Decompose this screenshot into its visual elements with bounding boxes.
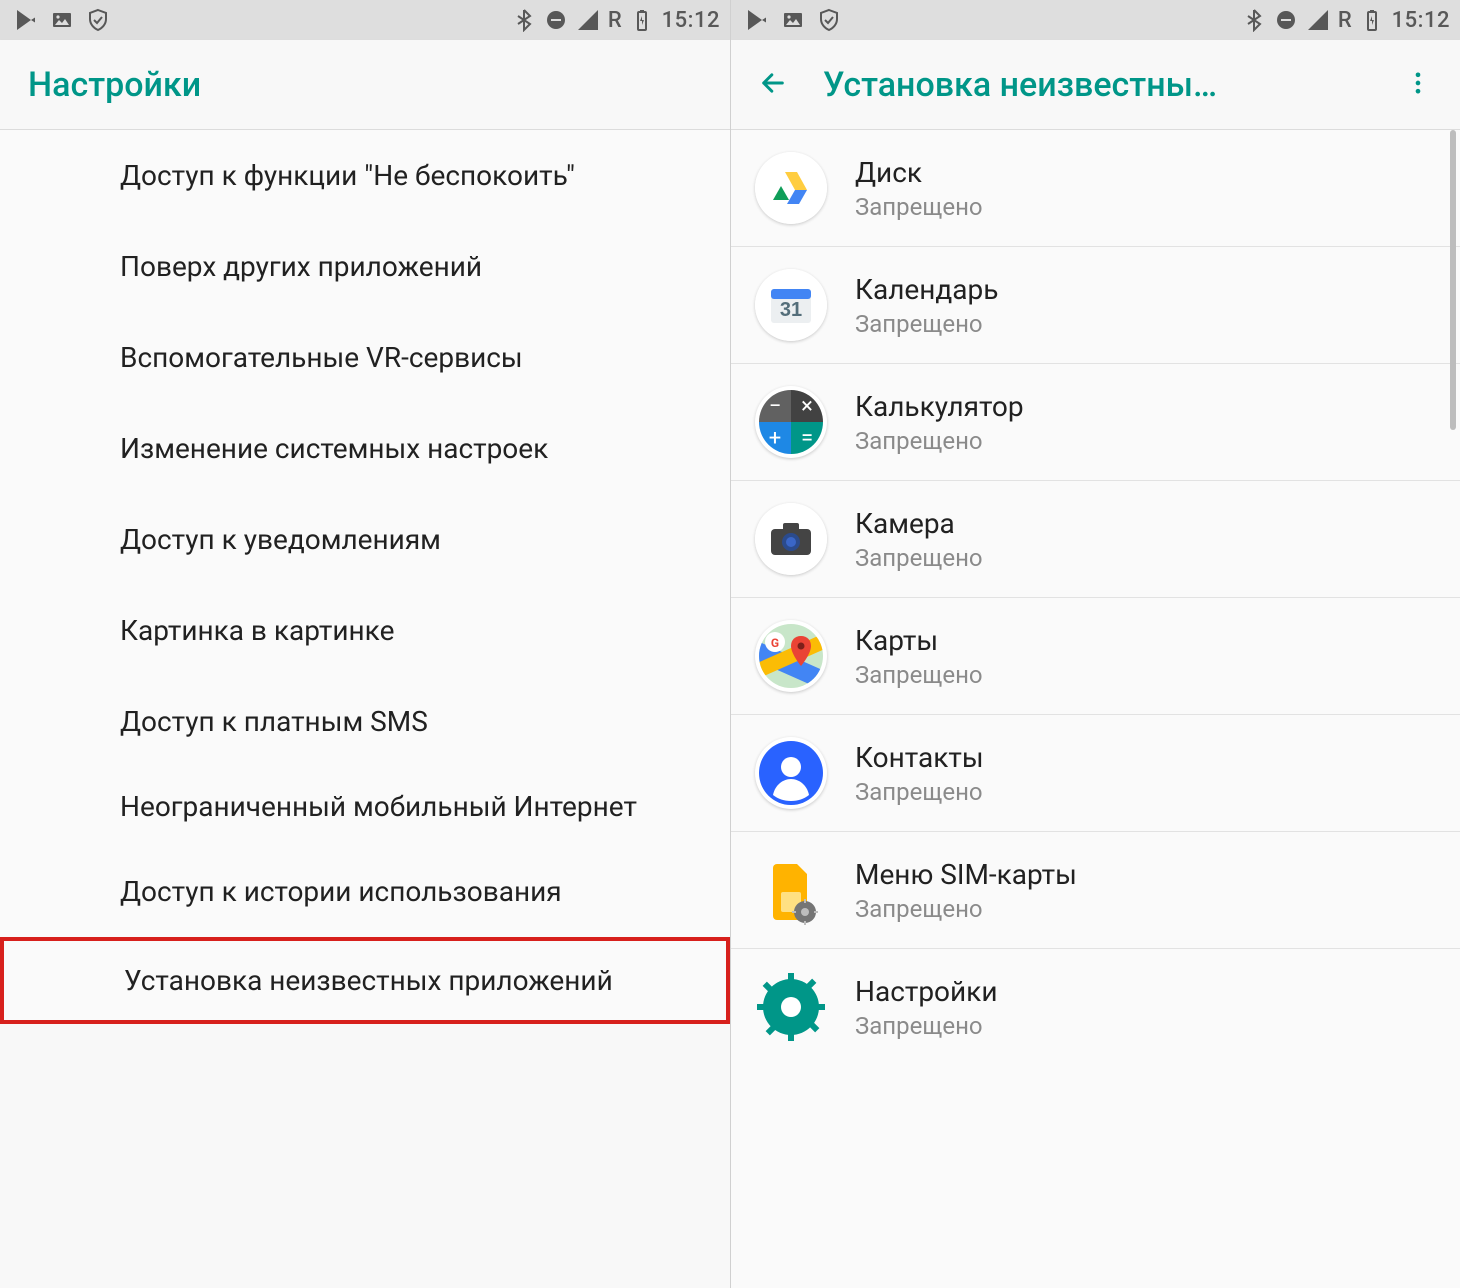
svg-text:=: = xyxy=(801,426,813,451)
status-bar: R 15:12 xyxy=(731,0,1460,40)
screen-settings: R 15:12 Настройки Доступ к функции "Не б… xyxy=(0,0,730,1288)
app-row-settings[interactable]: Настройки Запрещено xyxy=(731,949,1460,1065)
camera-icon xyxy=(755,503,827,575)
shield-check-icon xyxy=(817,8,841,32)
shield-check-icon xyxy=(86,8,110,32)
app-status-label: Запрещено xyxy=(855,193,983,221)
gallery-icon xyxy=(50,8,74,32)
clock-label: 15:12 xyxy=(662,8,720,33)
app-name-label: Калькулятор xyxy=(855,390,1024,423)
app-status-label: Запрещено xyxy=(855,661,983,689)
overflow-menu-button[interactable] xyxy=(1404,69,1432,101)
settings-item-notification-access[interactable]: Доступ к уведомлениям xyxy=(0,494,730,585)
status-bar: R 15:12 xyxy=(0,0,730,40)
do-not-disturb-icon xyxy=(544,8,568,32)
page-title: Настройки xyxy=(28,65,201,105)
app-name-label: Настройки xyxy=(855,975,997,1008)
battery-charging-icon xyxy=(630,8,654,32)
svg-text:31: 31 xyxy=(780,299,802,321)
app-row-sim-menu[interactable]: Меню SIM-карты Запрещено xyxy=(731,832,1460,949)
app-status-label: Запрещено xyxy=(855,544,983,572)
clock-label: 15:12 xyxy=(1392,8,1450,33)
sim-icon xyxy=(755,854,827,926)
app-status-label: Запрещено xyxy=(855,778,984,806)
gallery-icon xyxy=(781,8,805,32)
network-type-label: R xyxy=(1338,8,1352,33)
calculator-icon: −× + = xyxy=(755,386,827,458)
maps-icon: G xyxy=(755,620,827,692)
app-name-label: Календарь xyxy=(855,273,998,306)
settings-item-usage-access[interactable]: Доступ к истории использования xyxy=(0,846,730,937)
app-row-calculator[interactable]: −× + = Калькулятор Запрещено xyxy=(731,364,1460,481)
app-row-maps[interactable]: G Карты Запрещено xyxy=(731,598,1460,715)
settings-icon xyxy=(755,971,827,1043)
settings-list: Доступ к функции "Не беспокоить" Поверх … xyxy=(0,130,730,1024)
play-store-icon xyxy=(745,8,769,32)
battery-charging-icon xyxy=(1360,8,1384,32)
app-status-label: Запрещено xyxy=(855,427,1024,455)
settings-item-vr-services[interactable]: Вспомогательные VR-сервисы xyxy=(0,312,730,403)
play-store-icon xyxy=(14,8,38,32)
bluetooth-icon xyxy=(512,8,536,32)
page-title: Установка неизвестны… xyxy=(823,65,1217,105)
app-name-label: Диск xyxy=(855,156,983,189)
signal-icon xyxy=(1306,8,1330,32)
app-row-contacts[interactable]: Контакты Запрещено xyxy=(731,715,1460,832)
network-type-label: R xyxy=(608,8,622,33)
app-row-drive[interactable]: Диск Запрещено xyxy=(731,130,1460,247)
svg-text:−: − xyxy=(769,394,782,419)
settings-item-install-unknown-apps[interactable]: Установка неизвестных приложений xyxy=(0,937,730,1024)
settings-item-dnd-access[interactable]: Доступ к функции "Не беспокоить" xyxy=(0,130,730,221)
app-bar: Настройки xyxy=(0,40,730,130)
scrollbar-thumb[interactable] xyxy=(1450,130,1456,430)
settings-item-picture-in-picture[interactable]: Картинка в картинке xyxy=(0,585,730,676)
bluetooth-icon xyxy=(1242,8,1266,32)
drive-icon xyxy=(755,152,827,224)
app-status-label: Запрещено xyxy=(855,895,1077,923)
svg-text:×: × xyxy=(801,394,813,419)
svg-text:+: + xyxy=(769,426,781,451)
app-list: Диск Запрещено 31 Календарь Запрещено −×… xyxy=(731,130,1460,1288)
app-row-camera[interactable]: Камера Запрещено xyxy=(731,481,1460,598)
settings-item-premium-sms[interactable]: Доступ к платным SMS xyxy=(0,676,730,767)
settings-item-modify-system[interactable]: Изменение системных настроек xyxy=(0,403,730,494)
screen-install-unknown-apps: R 15:12 Установка неизвестны… xyxy=(730,0,1460,1288)
app-status-label: Запрещено xyxy=(855,310,998,338)
do-not-disturb-icon xyxy=(1274,8,1298,32)
contacts-icon xyxy=(755,737,827,809)
app-name-label: Камера xyxy=(855,507,983,540)
app-name-label: Карты xyxy=(855,624,983,657)
app-name-label: Контакты xyxy=(855,741,984,774)
settings-item-unrestricted-data[interactable]: Неограниченный мобильный Интернет xyxy=(0,767,730,846)
calendar-icon: 31 xyxy=(755,269,827,341)
app-status-label: Запрещено xyxy=(855,1012,997,1040)
app-bar: Установка неизвестны… xyxy=(731,40,1460,130)
app-row-calendar[interactable]: 31 Календарь Запрещено xyxy=(731,247,1460,364)
back-button[interactable] xyxy=(759,69,787,101)
svg-text:G: G xyxy=(771,636,779,650)
signal-icon xyxy=(576,8,600,32)
app-name-label: Меню SIM-карты xyxy=(855,858,1077,891)
settings-item-draw-over-apps[interactable]: Поверх других приложений xyxy=(0,221,730,312)
